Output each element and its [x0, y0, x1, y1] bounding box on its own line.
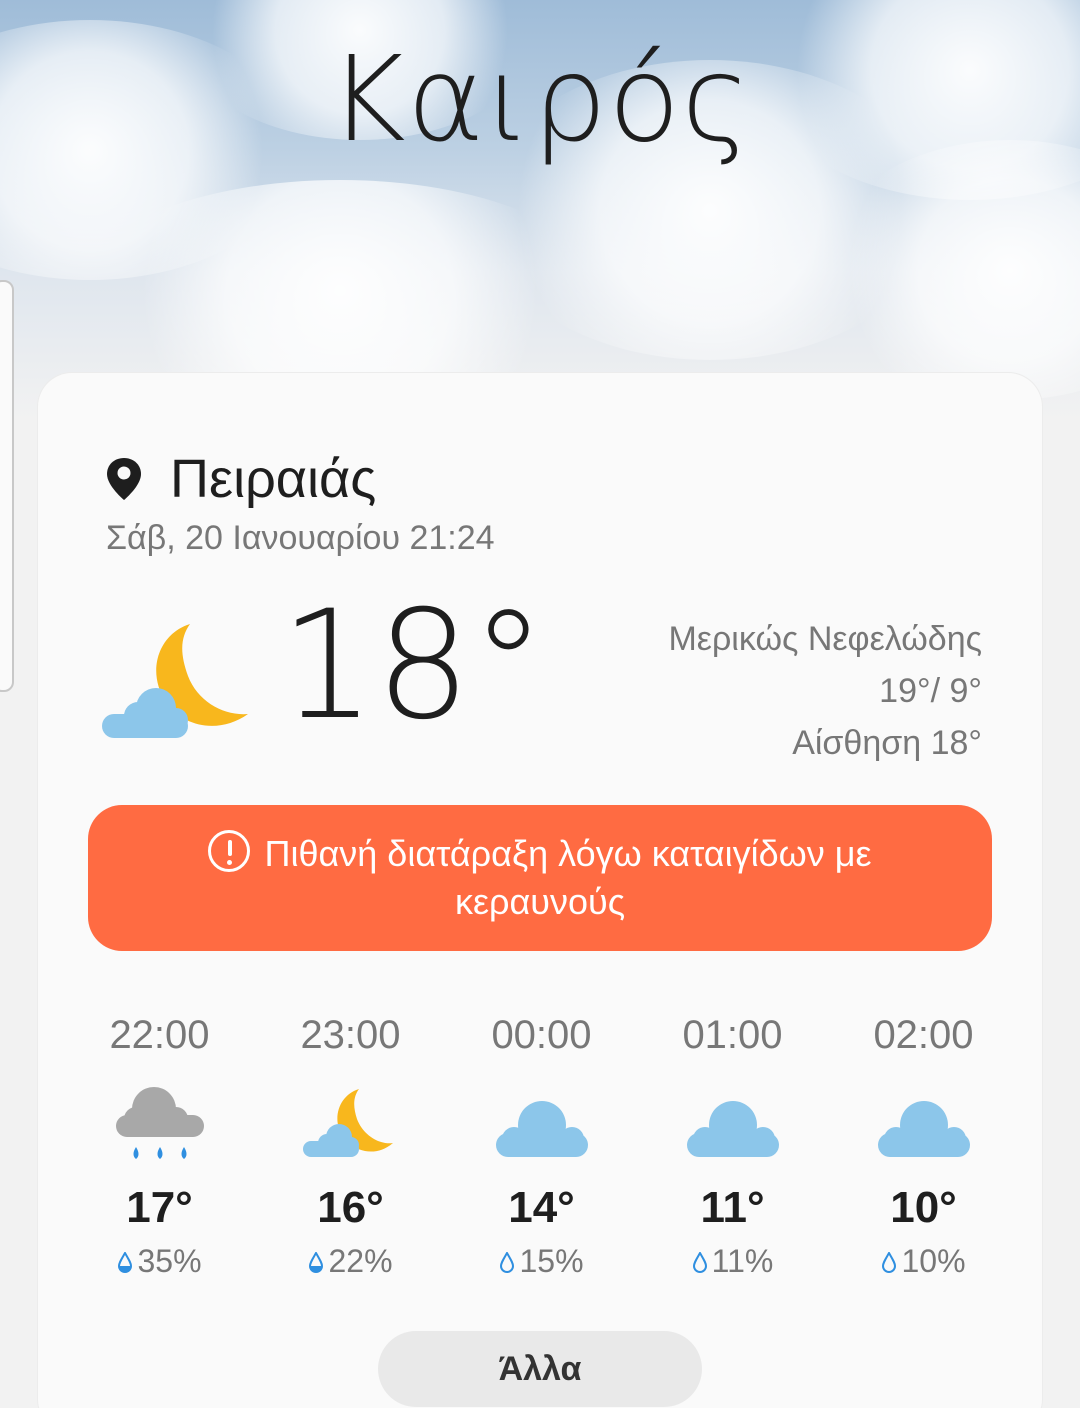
- moon-cloud-icon: [102, 624, 248, 738]
- hour-time: 02:00: [873, 1013, 974, 1057]
- cloud-icon: [495, 1101, 588, 1157]
- city-name: Πειραιάς: [170, 449, 377, 509]
- current-temperature: 18°: [280, 579, 546, 753]
- app-title: Καιρός: [328, 30, 752, 168]
- hourly-item: 22:00 17° 35%: [64, 1013, 255, 1280]
- hour-temperature: 14°: [508, 1183, 575, 1232]
- hourly-item: 02:00 10° 10%: [828, 1013, 1019, 1280]
- side-panel-handle[interactable]: [0, 280, 14, 692]
- weather-alert-banner[interactable]: Πιθανή διατάραξη λόγω καταιγίδων με κερα…: [88, 805, 992, 951]
- location-pin-icon: [107, 458, 141, 500]
- droplet-icon: [309, 1252, 324, 1273]
- hour-precipitation: 11%: [637, 1243, 828, 1280]
- high-low-temp: 19°/ 9°: [879, 672, 982, 710]
- cloud-icon: [877, 1101, 970, 1157]
- hour-temperature: 11°: [700, 1183, 765, 1232]
- hour-temperature: 10°: [890, 1183, 957, 1232]
- hour-time: 23:00: [300, 1013, 401, 1057]
- hourly-forecast[interactable]: 22:00 17° 35% 23:00 16° 22% 00:00 14° 15…: [64, 1013, 1019, 1280]
- droplet-icon: [500, 1252, 515, 1273]
- hourly-item: 23:00 16° 22%: [255, 1013, 446, 1280]
- hour-time: 22:00: [109, 1013, 210, 1057]
- hourly-item: 01:00 11° 11%: [637, 1013, 828, 1280]
- hour-precipitation: 10%: [828, 1243, 1019, 1280]
- condition-text: Μερικώς Νεφελώδης: [668, 620, 982, 658]
- hour-time: 01:00: [682, 1013, 783, 1057]
- date-time: Σάβ, 20 Ιανουαρίου 21:24: [106, 519, 495, 557]
- hour-time: 00:00: [491, 1013, 592, 1057]
- feels-like: Αίσθηση 18°: [792, 724, 982, 762]
- hour-temperature: 16°: [317, 1183, 384, 1232]
- droplet-icon: [882, 1252, 897, 1273]
- moon-cloud-icon: [302, 1089, 393, 1157]
- droplet-icon: [118, 1252, 133, 1273]
- weather-card[interactable]: Πειραιάς Σάβ, 20 Ιανουαρίου 21:24 18° Με…: [38, 373, 1042, 1408]
- alert-text: Πιθανή διατάραξη λόγω καταιγίδων με κερα…: [264, 833, 872, 922]
- more-button[interactable]: Άλλα: [378, 1331, 702, 1407]
- location-row: Πειραιάς: [104, 448, 376, 510]
- rain-cloud-icon: [115, 1087, 204, 1159]
- warning-icon: [208, 830, 251, 872]
- current-details: Μερικώς Νεφελώδης 19°/ 9° Αίσθηση 18°: [668, 613, 982, 769]
- hour-precipitation: 35%: [64, 1243, 255, 1280]
- hourly-item: 00:00 14° 15%: [446, 1013, 637, 1280]
- droplet-icon: [692, 1252, 707, 1273]
- hour-precipitation: 15%: [446, 1243, 637, 1280]
- cloud-icon: [686, 1101, 779, 1157]
- hour-precipitation: 22%: [255, 1243, 446, 1280]
- hour-temperature: 17°: [126, 1183, 193, 1232]
